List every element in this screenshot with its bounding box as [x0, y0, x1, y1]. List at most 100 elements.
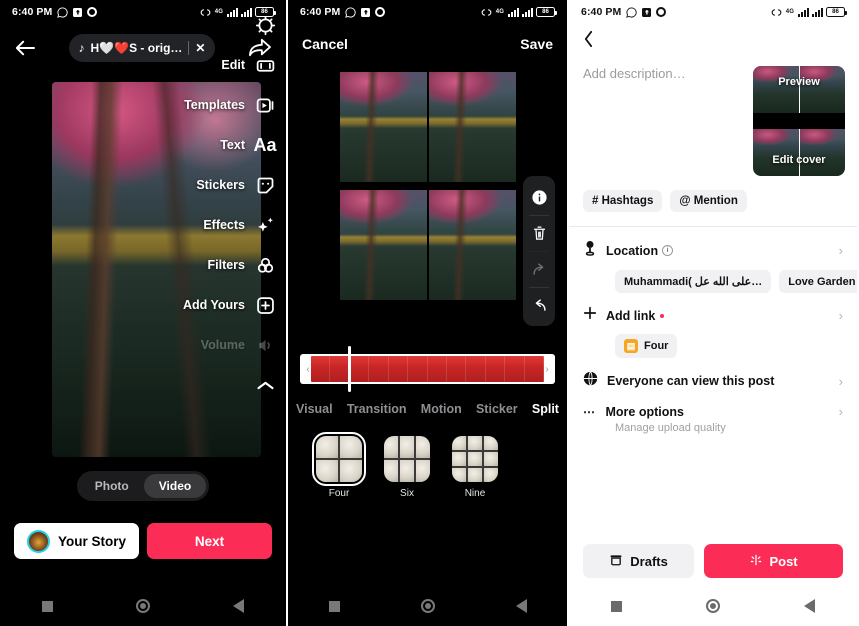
option-four[interactable]: Four [312, 432, 366, 499]
volume-icon [254, 334, 276, 356]
cancel-button[interactable]: Cancel [302, 36, 348, 52]
description-input[interactable]: Add description… [583, 66, 686, 176]
location-header[interactable]: Location i › [583, 240, 843, 261]
post-spark-icon [749, 553, 763, 570]
edit-cover-label[interactable]: Edit cover [753, 154, 845, 166]
next-button[interactable]: Next [147, 523, 272, 559]
back-icon[interactable] [515, 599, 527, 613]
option-label: Six [400, 488, 414, 499]
editor-canvas [288, 72, 567, 334]
home-icon[interactable] [135, 599, 150, 613]
clip-cell[interactable] [339, 190, 427, 300]
option-six[interactable]: Six [384, 436, 430, 499]
tool-edit[interactable]: Edit [183, 45, 276, 85]
recents-icon[interactable] [328, 600, 340, 612]
editor-side-toolbar [523, 176, 555, 326]
clip-cell[interactable] [428, 190, 516, 300]
add-link-header[interactable]: Add link › [583, 306, 843, 325]
home-icon[interactable] [706, 599, 720, 613]
option-label: Four [328, 488, 350, 499]
tool-label: Text [220, 138, 245, 152]
whatsapp-icon [345, 6, 357, 18]
tool-add-yours[interactable]: Add Yours [183, 285, 276, 325]
save-button[interactable]: Save [520, 36, 553, 52]
hashtags-button[interactable]: # Hashtags [583, 190, 663, 212]
mode-photo[interactable]: Photo [80, 474, 144, 498]
location-chip[interactable]: Muhammadi( على الله عل… [615, 270, 772, 293]
tool-stickers[interactable]: Stickers [183, 165, 276, 205]
avatar [26, 529, 50, 553]
info-icon[interactable] [523, 179, 555, 215]
timeline-scrubber[interactable]: ‹ › [300, 346, 555, 392]
battery-icon: 86 [536, 7, 557, 17]
mention-button[interactable]: @ Mention [670, 190, 747, 212]
location-chips: Muhammadi( على الله عل… Love Garden ❤️ T… [583, 261, 857, 293]
link-chip[interactable]: ▤ Four [615, 334, 678, 358]
back-icon[interactable] [804, 599, 815, 613]
tool-filters[interactable]: Filters [183, 245, 276, 285]
clip-grid[interactable] [339, 72, 516, 300]
chevron-left-icon[interactable] [583, 30, 594, 53]
chevron-right-icon[interactable]: › [839, 308, 843, 323]
tool-volume[interactable]: Volume [183, 325, 276, 365]
tool-label: Volume [200, 338, 245, 352]
option-nine[interactable]: Nine [452, 436, 498, 499]
publish-top-bar [569, 24, 857, 58]
back-icon[interactable] [233, 599, 245, 613]
dots-icon: ⋯ [583, 404, 597, 419]
tool-label: Add Yours [182, 298, 245, 312]
recents-icon[interactable] [611, 600, 622, 612]
drafts-button[interactable]: Drafts [583, 544, 695, 578]
info-icon[interactable]: i [662, 245, 674, 256]
trim-right-handle[interactable]: › [544, 364, 550, 375]
clip-row[interactable] [339, 72, 516, 182]
more-options-header[interactable]: ⋯ More options › [583, 404, 843, 419]
clip-cell[interactable] [339, 72, 427, 182]
trash-icon[interactable] [523, 215, 555, 251]
clip-cell[interactable] [428, 72, 516, 182]
sdcard-icon [642, 7, 652, 17]
tab-motion[interactable]: Motion [421, 402, 462, 416]
tool-templates[interactable]: Templates [183, 85, 276, 125]
link-chips: ▤ Four [583, 325, 843, 358]
add-link-title: Add link [606, 308, 656, 323]
chevron-right-icon[interactable]: › [839, 243, 843, 258]
tab-transition[interactable]: Transition [347, 402, 407, 416]
grid-thumb-six[interactable] [384, 436, 430, 482]
redo-icon[interactable] [523, 251, 555, 287]
post-button[interactable]: Post [704, 544, 843, 578]
tab-visual[interactable]: Visual [296, 402, 333, 416]
template-icon [254, 94, 276, 116]
cover-row [753, 129, 845, 176]
privacy-header[interactable]: Everyone can view this post › [583, 371, 843, 391]
recents-icon[interactable] [41, 600, 53, 612]
grid-thumb-four[interactable] [312, 432, 366, 486]
tool-effects[interactable]: Effects [183, 205, 276, 245]
signal-icon [798, 7, 809, 17]
crop-icon [254, 54, 276, 76]
home-icon[interactable] [420, 599, 435, 613]
undo-icon[interactable] [523, 287, 555, 323]
your-story-button[interactable]: Your Story [14, 523, 139, 559]
tool-collapse[interactable] [183, 365, 276, 405]
grid-thumb-nine[interactable] [452, 436, 498, 482]
location-title: Location [606, 243, 659, 258]
playhead[interactable] [348, 346, 351, 392]
mode-video[interactable]: Video [143, 474, 207, 498]
location-chip[interactable]: Love Garden ❤️ Touri [779, 270, 857, 293]
tab-sticker[interactable]: Sticker [476, 402, 518, 416]
cover-thumbnail[interactable]: Preview Edit cover [753, 66, 845, 176]
clip-row[interactable] [339, 190, 516, 300]
tool-text[interactable]: Text Aa [183, 125, 276, 165]
tool-adjust[interactable] [183, 5, 276, 45]
location-pin-icon [583, 240, 597, 261]
next-label: Next [194, 533, 225, 549]
more-options-title: More options [605, 404, 684, 419]
tab-split[interactable]: Split [532, 402, 559, 416]
chevron-right-icon[interactable]: › [839, 374, 843, 389]
chevron-right-icon[interactable]: › [839, 404, 843, 419]
tool-label: Edit [221, 58, 245, 72]
timeline-track[interactable]: ‹ › [300, 354, 555, 384]
back-arrow-icon[interactable] [14, 39, 36, 57]
battery-level: 86 [542, 9, 549, 15]
